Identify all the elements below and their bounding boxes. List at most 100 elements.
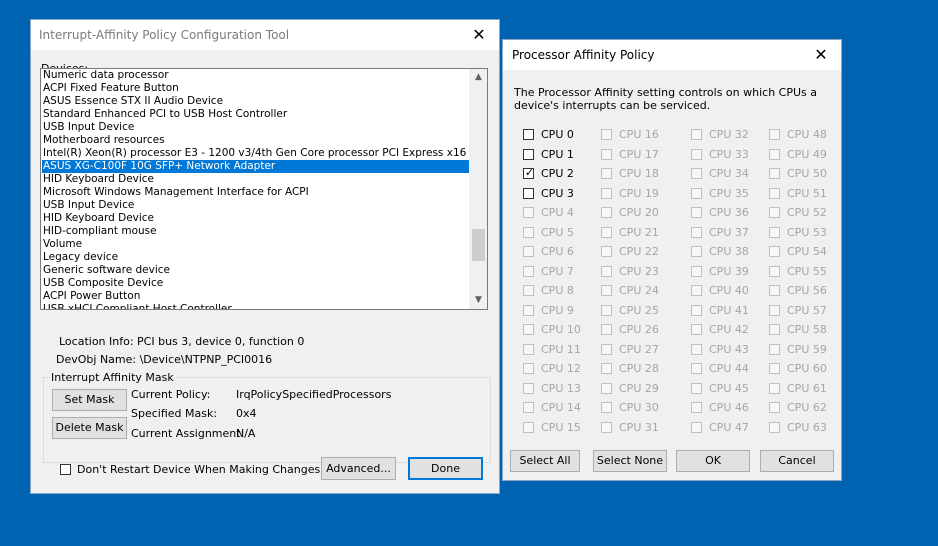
cpu-checkbox bbox=[691, 304, 702, 316]
select-none-button[interactable]: Select None bbox=[593, 450, 667, 472]
device-list-item[interactable]: Motherboard resources bbox=[42, 134, 470, 147]
cpu-label: CPU 27 bbox=[619, 342, 659, 356]
dont-restart-checkbox[interactable] bbox=[60, 464, 71, 475]
cpu-checkbox bbox=[601, 324, 612, 335]
device-list-item[interactable]: USB Input Device bbox=[42, 121, 470, 134]
device-list-item[interactable]: USB xHCI Compliant Host Controller bbox=[42, 303, 470, 309]
current-policy-value: IrqPolicySpecifiedProcessors bbox=[236, 388, 392, 401]
advanced-button[interactable]: Advanced... bbox=[321, 457, 396, 480]
cpu-label: CPU 61 bbox=[787, 381, 827, 395]
cpu-checkbox bbox=[601, 168, 612, 179]
device-list-item[interactable]: Numeric data processor bbox=[42, 69, 470, 82]
window-title: Processor Affinity Policy bbox=[512, 48, 655, 62]
cpu-checkbox bbox=[523, 382, 534, 394]
cpu-checkbox bbox=[523, 304, 534, 316]
scroll-down-icon[interactable]: ▼ bbox=[470, 292, 487, 309]
cpu-label: CPU 59 bbox=[787, 342, 827, 356]
scroll-up-icon[interactable]: ▲ bbox=[470, 69, 487, 86]
location-info: Location Info: PCI bus 3, device 0, func… bbox=[59, 335, 305, 348]
cpu-label: CPU 7 bbox=[541, 264, 574, 278]
cpu-label: CPU 35 bbox=[709, 186, 749, 200]
cpu-label: CPU 42 bbox=[709, 323, 749, 336]
device-list-item[interactable]: HID-compliant mouse bbox=[42, 225, 470, 238]
device-list-item[interactable]: HID Keyboard Device bbox=[42, 173, 470, 186]
cpu-label: CPU 41 bbox=[709, 303, 749, 317]
cpu-label: CPU 14 bbox=[541, 401, 581, 414]
cpu-checkbox bbox=[691, 382, 702, 394]
cpu-checkbox bbox=[691, 168, 702, 179]
device-list-item[interactable]: Legacy device bbox=[42, 251, 470, 264]
cpu-checkbox bbox=[769, 382, 780, 394]
window-title: Interrupt-Affinity Policy Configuration … bbox=[39, 28, 290, 42]
device-list-item[interactable]: Microsoft Windows Management Interface f… bbox=[42, 186, 470, 199]
cpu-checkbox bbox=[691, 421, 702, 433]
cpu-checkbox[interactable]: ✓ bbox=[523, 166, 534, 179]
cpu-label: CPU 6 bbox=[541, 245, 574, 258]
cpu-label: CPU 33 bbox=[709, 147, 749, 161]
cpu-checkbox bbox=[691, 226, 702, 238]
delete-mask-button[interactable]: Delete Mask bbox=[52, 417, 127, 439]
devices-scrollbar[interactable]: ▲ ▼ bbox=[469, 69, 487, 309]
dont-restart-label: Don't Restart Device When Making Changes bbox=[77, 463, 321, 476]
cpu-label: CPU 9 bbox=[541, 303, 574, 317]
cancel-button[interactable]: Cancel bbox=[760, 450, 834, 472]
cpu-checkbox bbox=[523, 226, 534, 238]
cpu-checkbox bbox=[769, 304, 780, 316]
cpu-checkbox bbox=[769, 363, 780, 374]
cpu-checkbox bbox=[769, 421, 780, 433]
cpu-checkbox[interactable] bbox=[523, 129, 534, 140]
cpu-label: CPU 46 bbox=[709, 401, 749, 414]
device-list-item[interactable]: Volume bbox=[42, 238, 470, 251]
cpu-label: CPU 31 bbox=[619, 420, 659, 434]
cpu-checkbox bbox=[769, 187, 780, 199]
cpu-label: CPU 12 bbox=[541, 362, 581, 375]
device-list-item[interactable]: Intel(R) Xeon(R) processor E3 - 1200 v3/… bbox=[42, 147, 470, 160]
cpu-checkbox bbox=[601, 382, 612, 394]
set-mask-button[interactable]: Set Mask bbox=[52, 389, 127, 411]
cpu-label: CPU 49 bbox=[787, 147, 827, 161]
cpu-label: CPU 24 bbox=[619, 284, 659, 297]
cpu-checkbox bbox=[691, 207, 702, 218]
close-icon[interactable]: ✕ bbox=[801, 40, 841, 70]
specified-mask-value: 0x4 bbox=[236, 407, 257, 420]
cpu-checkbox bbox=[691, 343, 702, 355]
processor-affinity-window: Processor Affinity Policy ✕ The Processo… bbox=[502, 39, 842, 481]
cpu-label: CPU 18 bbox=[619, 167, 659, 180]
cpu-checkbox bbox=[523, 324, 534, 335]
device-list-item[interactable]: USB Composite Device bbox=[42, 277, 470, 290]
select-all-button[interactable]: Select All bbox=[510, 450, 580, 472]
devices-list[interactable]: Numeric data processor ACPI Fixed Feature… bbox=[40, 68, 488, 310]
device-list-item[interactable]: ASUS Essence STX II Audio Device bbox=[42, 95, 470, 108]
cpu-checkbox[interactable] bbox=[523, 187, 534, 199]
device-list-item[interactable]: Standard Enhanced PCI to USB Host Contro… bbox=[42, 108, 470, 121]
device-list-item[interactable]: HID Keyboard Device bbox=[42, 212, 470, 225]
ok-button[interactable]: OK bbox=[676, 450, 750, 472]
device-list-item[interactable]: ACPI Fixed Feature Button bbox=[42, 82, 470, 95]
cpu-checkbox bbox=[769, 207, 780, 218]
cpu-label: CPU 62 bbox=[787, 401, 827, 414]
cpu-label: CPU 47 bbox=[709, 420, 749, 434]
cpu-label: CPU 10 bbox=[541, 323, 581, 336]
cpu-checkbox bbox=[601, 148, 612, 160]
scroll-thumb[interactable] bbox=[472, 229, 485, 261]
device-list-item[interactable]: ASUS XG-C100F 10G SFP+ Network Adapter bbox=[42, 160, 470, 173]
cpu-checkbox bbox=[769, 402, 780, 413]
close-icon[interactable]: ✕ bbox=[459, 20, 499, 50]
cpu-label: CPU 52 bbox=[787, 206, 827, 219]
current-assignment-label: Current Assignment: bbox=[131, 427, 245, 440]
cpu-checkbox bbox=[601, 207, 612, 218]
device-list-item[interactable]: USB Input Device bbox=[42, 199, 470, 212]
done-button[interactable]: Done bbox=[408, 457, 483, 480]
devobj-name: DevObj Name: \Device\NTPNP_PCI0016 bbox=[56, 353, 273, 366]
cpu-checkbox bbox=[523, 265, 534, 277]
current-policy-label: Current Policy: bbox=[131, 388, 211, 401]
device-list-item[interactable]: Generic software device bbox=[42, 264, 470, 277]
cpu-label: CPU 48 bbox=[787, 128, 827, 141]
device-list-item[interactable]: ACPI Power Button bbox=[42, 290, 470, 303]
cpu-checkbox[interactable] bbox=[523, 148, 534, 160]
cpu-checkbox bbox=[691, 324, 702, 335]
cpu-label: CPU 44 bbox=[709, 362, 749, 375]
cpu-label: CPU 28 bbox=[619, 362, 659, 375]
cpu-label: CPU 17 bbox=[619, 147, 659, 161]
cpu-checkbox bbox=[601, 304, 612, 316]
